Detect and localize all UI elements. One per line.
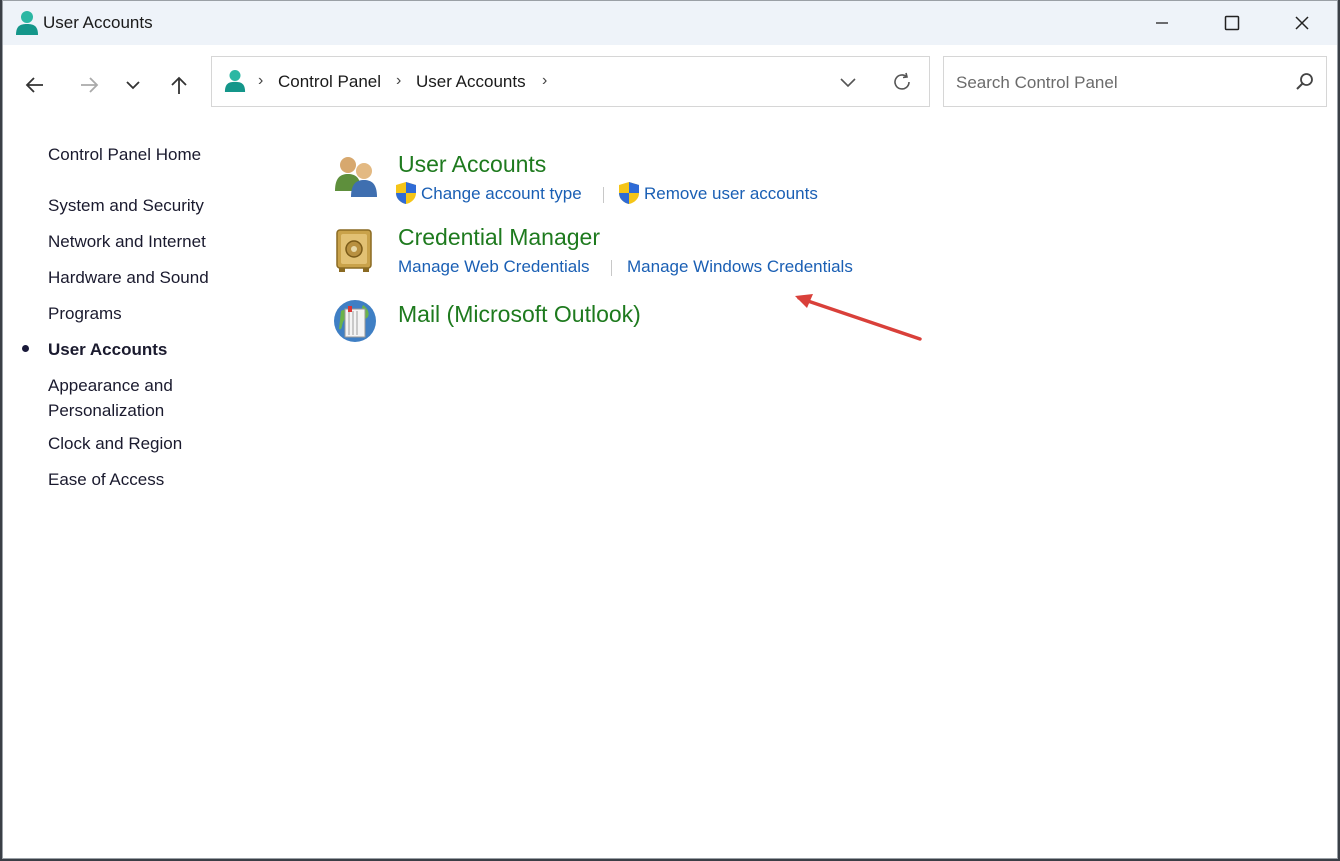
title-bar: User Accounts: [3, 1, 1337, 45]
chevron-down-icon: [840, 78, 856, 88]
sidebar: Control Panel Home System and Security N…: [3, 121, 303, 821]
breadcrumb-user-accounts[interactable]: User Accounts: [416, 72, 526, 92]
breadcrumb-separator-icon[interactable]: ›: [542, 72, 547, 90]
sidebar-item-user-accounts[interactable]: User Accounts: [48, 337, 167, 362]
back-arrow-icon: [25, 77, 43, 93]
refresh-icon: [894, 72, 910, 90]
manage-windows-credentials-link[interactable]: Manage Windows Credentials: [627, 257, 853, 277]
uac-shield-icon: [618, 181, 640, 205]
minimize-button[interactable]: [1127, 1, 1197, 45]
recent-locations-button[interactable]: [115, 67, 151, 103]
category-title-user-accounts[interactable]: User Accounts: [398, 151, 546, 178]
sidebar-item-control-panel-home[interactable]: Control Panel Home: [48, 142, 201, 167]
sidebar-item-programs[interactable]: Programs: [48, 301, 122, 326]
users-icon[interactable]: [331, 151, 379, 199]
refresh-button[interactable]: [888, 69, 916, 95]
maximize-icon: [1224, 15, 1240, 31]
user-accounts-window: User Accounts › Control Panel › User Acc…: [2, 0, 1338, 859]
chevron-down-icon: [126, 81, 140, 90]
link-separator: [611, 260, 612, 276]
up-arrow-icon: [171, 76, 187, 94]
manage-web-credentials-link[interactable]: Manage Web Credentials: [398, 257, 590, 277]
address-bar[interactable]: › Control Panel › User Accounts ›: [211, 56, 930, 107]
search-box[interactable]: [943, 56, 1327, 107]
sidebar-item-ease-of-access[interactable]: Ease of Access: [48, 467, 164, 492]
sidebar-item-clock-and-region[interactable]: Clock and Region: [48, 431, 182, 456]
navigation-bar: › Control Panel › User Accounts ›: [3, 45, 1337, 121]
back-button[interactable]: [17, 67, 53, 103]
sidebar-item-network-and-internet[interactable]: Network and Internet: [48, 229, 206, 254]
maximize-button[interactable]: [1197, 1, 1267, 45]
close-icon: [1295, 16, 1309, 30]
search-icon[interactable]: [1294, 71, 1316, 93]
change-account-type-link[interactable]: Change account type: [421, 184, 582, 204]
uac-shield-icon: [395, 181, 417, 205]
user-accounts-location-icon: [224, 69, 246, 93]
up-button[interactable]: [161, 67, 197, 103]
user-accounts-app-icon: [15, 10, 39, 36]
forward-arrow-icon: [81, 77, 99, 93]
vault-icon[interactable]: [331, 226, 379, 274]
category-title-credential-manager[interactable]: Credential Manager: [398, 224, 600, 251]
forward-button[interactable]: [71, 67, 107, 103]
sidebar-item-hardware-and-sound[interactable]: Hardware and Sound: [48, 265, 209, 290]
search-input[interactable]: [954, 69, 1288, 97]
remove-user-accounts-link[interactable]: Remove user accounts: [644, 184, 818, 204]
annotation-arrow-icon: [795, 294, 922, 341]
window-title: User Accounts: [43, 13, 153, 32]
minimize-icon: [1156, 22, 1168, 24]
breadcrumb-control-panel[interactable]: Control Panel: [278, 72, 381, 92]
breadcrumb-separator-icon[interactable]: ›: [396, 72, 401, 90]
link-separator: [603, 187, 604, 203]
active-item-bullet: [22, 345, 29, 352]
mail-globe-icon[interactable]: [331, 297, 379, 345]
sidebar-item-system-and-security[interactable]: System and Security: [48, 193, 204, 218]
breadcrumb-separator-icon[interactable]: ›: [258, 72, 263, 90]
address-dropdown-button[interactable]: [834, 69, 862, 95]
sidebar-item-appearance-and-personalization[interactable]: Appearance and Personalization: [48, 373, 198, 423]
close-button[interactable]: [1267, 1, 1337, 45]
category-title-mail[interactable]: Mail (Microsoft Outlook): [398, 301, 641, 328]
